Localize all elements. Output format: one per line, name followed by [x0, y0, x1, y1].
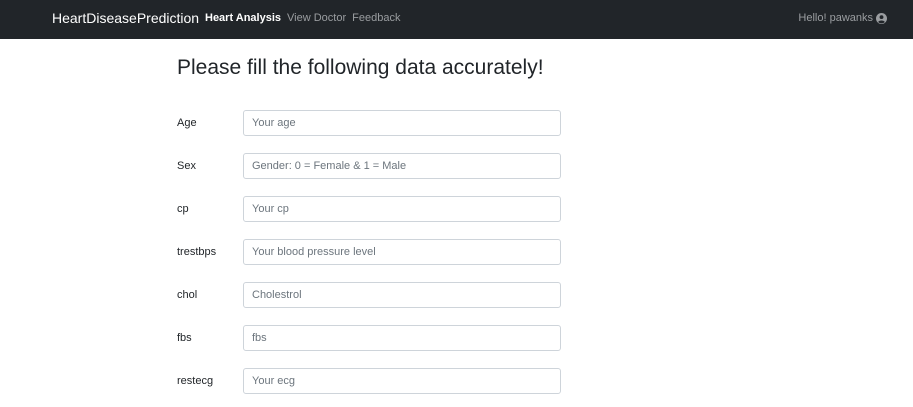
nav-links: Heart Analysis View Doctor Feedback: [205, 12, 406, 25]
cp-label: cp: [177, 203, 189, 215]
age-input[interactable]: [243, 110, 561, 136]
nav-link-heart-analysis[interactable]: Heart Analysis: [205, 12, 281, 25]
form-row-cp: cp: [177, 196, 567, 222]
nav-link-view-doctor[interactable]: View Doctor: [287, 12, 346, 25]
form-row-sex: Sex: [177, 153, 567, 179]
trestbps-input[interactable]: [243, 239, 561, 265]
chol-label: chol: [177, 289, 198, 301]
top-navbar: HeartDiseasePrediction Heart Analysis Vi…: [0, 0, 913, 39]
user-circle-icon: [876, 13, 887, 24]
restecg-label: restecg: [177, 375, 214, 387]
form-row-chol: chol: [177, 282, 567, 308]
form-row-trestbps: trestbps: [177, 239, 567, 265]
brand-link[interactable]: HeartDiseasePrediction: [52, 10, 199, 27]
age-label: Age: [177, 117, 197, 129]
page-title: Please fill the following data accuratel…: [177, 56, 544, 79]
restecg-input[interactable]: [243, 368, 561, 394]
user-greeting: Hello! pawanks: [798, 12, 873, 24]
sex-input[interactable]: [243, 153, 561, 179]
fbs-label: fbs: [177, 332, 192, 344]
cp-input[interactable]: [243, 196, 561, 222]
form-row-age: Age: [177, 110, 567, 136]
trestbps-label: trestbps: [177, 246, 217, 258]
chol-input[interactable]: [243, 282, 561, 308]
nav-link-feedback[interactable]: Feedback: [352, 12, 400, 25]
fbs-input[interactable]: [243, 325, 561, 351]
sex-label: Sex: [177, 160, 196, 172]
form-row-restecg: restecg: [177, 368, 567, 394]
form-row-fbs: fbs: [177, 325, 567, 351]
user-menu[interactable]: Hello! pawanks: [798, 12, 887, 25]
